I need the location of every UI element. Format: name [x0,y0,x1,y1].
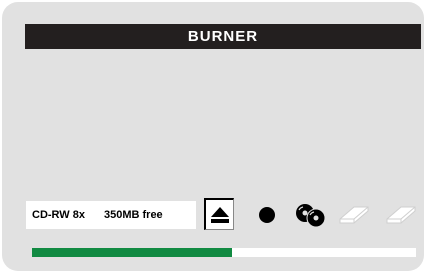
title-bar: BURNER [25,24,421,49]
erase-all-button[interactable] [382,200,420,230]
eject-icon [210,206,229,223]
drive-status: CD-RW 8x 350MB free [26,201,196,229]
erase-button[interactable] [335,200,373,230]
record-button[interactable] [254,200,280,230]
eject-button[interactable] [204,198,234,230]
progress-bar [32,248,416,257]
drive-label: CD-RW 8x [32,209,85,221]
progress-fill [32,248,232,257]
erase-icon [339,206,369,224]
erase-icon [386,206,416,224]
copy-disc-button[interactable] [292,200,328,230]
burner-panel: BURNER CD-RW 8x 350MB free [2,2,424,271]
record-icon [259,207,275,223]
free-space-label: 350MB free [103,209,163,221]
app-title: BURNER [187,28,259,45]
discs-icon [296,204,326,228]
